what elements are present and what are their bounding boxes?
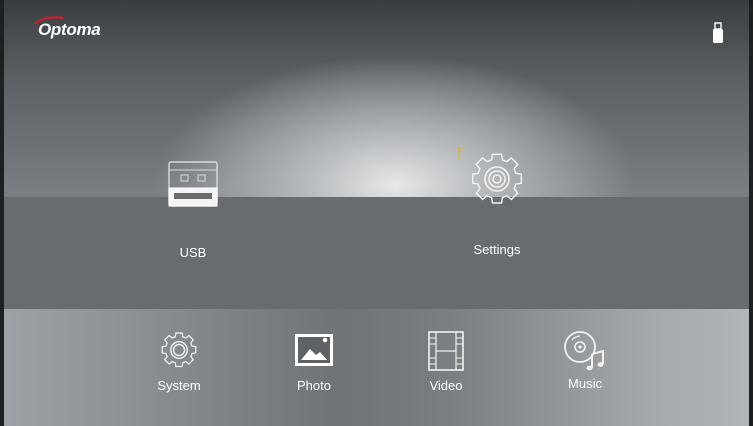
- video-menu-item[interactable]: Video: [411, 330, 481, 393]
- settings-label: Settings: [473, 242, 521, 257]
- usb-drive-icon: [713, 22, 723, 43]
- photo-icon: [295, 334, 333, 366]
- film-icon: [428, 331, 464, 371]
- usb-menu-item[interactable]: USB: [152, 160, 234, 260]
- bottom-menu-band: [0, 309, 753, 426]
- settings-menu-item[interactable]: Settings: [455, 150, 539, 257]
- brand-logo: Optoma: [38, 20, 101, 39]
- music-disc-icon: [564, 331, 604, 371]
- photo-menu-item[interactable]: Photo: [279, 330, 349, 393]
- usb-label: USB: [179, 245, 207, 260]
- screen-edge-left: [0, 0, 4, 426]
- video-label: Video: [429, 378, 463, 393]
- music-label: Music: [568, 376, 602, 391]
- system-label: System: [157, 378, 201, 393]
- system-menu-item[interactable]: System: [144, 330, 214, 393]
- main-menu-band: [0, 197, 753, 309]
- gear-icon: [471, 153, 523, 204]
- usb-drive-icon: [168, 161, 218, 207]
- music-menu-item[interactable]: Music: [550, 330, 620, 391]
- screen-edge-right: [749, 0, 753, 426]
- gear-icon: [161, 332, 197, 368]
- home-screen: Optoma USB Settings System Photo Video M…: [0, 0, 753, 426]
- photo-label: Photo: [297, 378, 331, 393]
